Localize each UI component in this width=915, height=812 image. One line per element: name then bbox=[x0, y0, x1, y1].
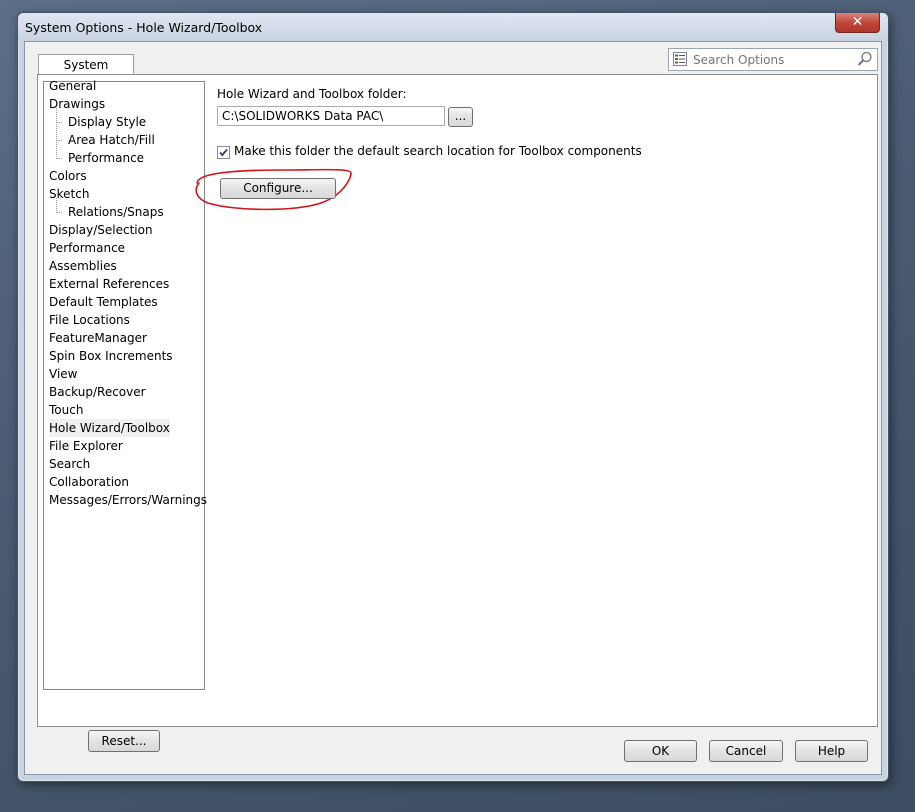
tree-item-messages-errors-warnings[interactable]: Messages/Errors/Warnings bbox=[49, 491, 207, 509]
options-tree[interactable]: General Drawings Display Style Area Hatc… bbox=[43, 79, 207, 690]
tree-item-sketch[interactable]: Sketch bbox=[49, 185, 89, 203]
tree-item-area-hatch-fill[interactable]: Area Hatch/Fill bbox=[68, 131, 155, 149]
tree-item-assemblies[interactable]: Assemblies bbox=[49, 257, 117, 275]
tree-item-view[interactable]: View bbox=[49, 365, 77, 383]
tree-item-spin-box-increments[interactable]: Spin Box Increments bbox=[49, 347, 173, 365]
reset-button[interactable]: Reset... bbox=[88, 730, 160, 752]
default-search-checkbox[interactable] bbox=[217, 146, 230, 159]
tree-item-search[interactable]: Search bbox=[49, 455, 90, 473]
tree-item-drawings[interactable]: Drawings bbox=[49, 95, 105, 113]
tree-item-drawings-performance[interactable]: Performance bbox=[68, 149, 144, 167]
tree-branch bbox=[56, 122, 62, 123]
tree-item-default-templates[interactable]: Default Templates bbox=[49, 293, 158, 311]
search-options-box[interactable] bbox=[668, 48, 878, 71]
system-options-window: System Options - Hole Wizard/Toolbox ✕ S… bbox=[17, 12, 889, 782]
cancel-button[interactable]: Cancel bbox=[709, 740, 783, 762]
close-button[interactable]: ✕ bbox=[835, 13, 880, 33]
tree-item-performance[interactable]: Performance bbox=[49, 239, 125, 257]
tree-item-touch[interactable]: Touch bbox=[49, 401, 83, 419]
close-icon: ✕ bbox=[851, 14, 864, 30]
options-list-icon[interactable] bbox=[673, 52, 687, 69]
default-search-label[interactable]: Make this folder the default search loca… bbox=[234, 144, 642, 158]
window-title: System Options - Hole Wizard/Toolbox bbox=[25, 20, 263, 35]
tree-item-collaboration[interactable]: Collaboration bbox=[49, 473, 129, 491]
tree-branch bbox=[56, 158, 62, 159]
dialog-client-area: System Options bbox=[24, 41, 882, 775]
folder-path-input[interactable] bbox=[217, 106, 445, 126]
configure-button[interactable]: Configure... bbox=[220, 178, 336, 199]
options-panel: General Drawings Display Style Area Hatc… bbox=[37, 74, 878, 752]
tab-system-options[interactable]: System Options bbox=[38, 54, 134, 92]
checkmark-icon bbox=[219, 148, 228, 157]
tree-item-file-explorer[interactable]: File Explorer bbox=[49, 437, 123, 455]
title-bar[interactable]: System Options - Hole Wizard/Toolbox ✕ bbox=[18, 13, 888, 41]
browse-folder-button[interactable]: ... bbox=[448, 107, 473, 127]
tree-branch bbox=[56, 212, 62, 213]
tree-item-featuremanager[interactable]: FeatureManager bbox=[49, 329, 147, 347]
tree-item-hole-wizard-toolbox[interactable]: Hole Wizard/Toolbox bbox=[49, 419, 170, 437]
magnifier-icon[interactable] bbox=[857, 51, 873, 70]
tree-item-display-selection[interactable]: Display/Selection bbox=[49, 221, 153, 239]
tree-branch bbox=[56, 140, 62, 141]
tree-item-display-style[interactable]: Display Style bbox=[68, 113, 146, 131]
help-button[interactable]: Help bbox=[795, 740, 868, 762]
tree-item-backup-recover[interactable]: Backup/Recover bbox=[49, 383, 146, 401]
tree-item-file-locations[interactable]: File Locations bbox=[49, 311, 130, 329]
folder-label: Hole Wizard and Toolbox folder: bbox=[217, 87, 407, 101]
ok-button[interactable]: OK bbox=[624, 740, 697, 762]
tree-item-relations-snaps[interactable]: Relations/Snaps bbox=[68, 203, 164, 221]
tree-item-external-references[interactable]: External References bbox=[49, 275, 169, 293]
search-input[interactable] bbox=[691, 51, 855, 69]
tree-item-colors[interactable]: Colors bbox=[49, 167, 87, 185]
tree-guide-drawings bbox=[56, 108, 57, 157]
tree-item-general[interactable]: General bbox=[49, 77, 96, 95]
